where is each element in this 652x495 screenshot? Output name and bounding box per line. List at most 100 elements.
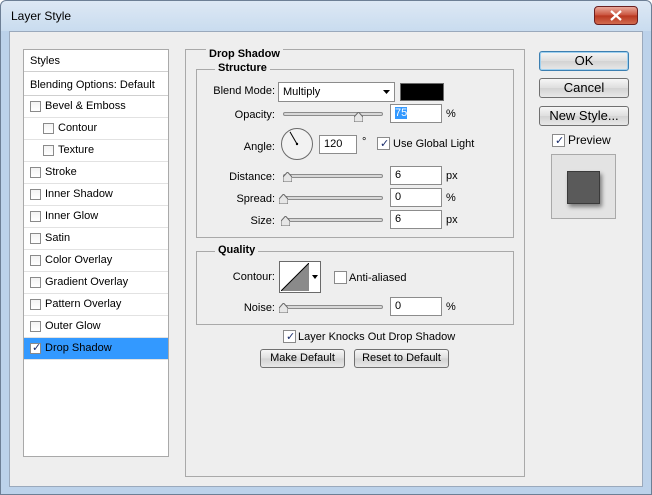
layer-knocks-out-checkbox[interactable]: ✓: [283, 330, 296, 343]
size-slider-thumb[interactable]: [281, 216, 290, 226]
anti-aliased-label: Anti-aliased: [349, 272, 407, 284]
size-slider[interactable]: [283, 218, 383, 222]
style-item-texture[interactable]: Texture: [24, 140, 168, 162]
distance-input[interactable]: 6: [390, 166, 442, 185]
style-item-inner-shadow[interactable]: Inner Shadow: [24, 184, 168, 206]
style-checkbox[interactable]: [30, 233, 41, 244]
quality-legend: Quality: [215, 244, 259, 256]
quality-group: Quality Contour: ✓ Anti-aliased Noise: 0: [196, 244, 514, 325]
style-item-inner-glow[interactable]: Inner Glow: [24, 206, 168, 228]
drop-shadow-panel: Drop Shadow Structure Blend Mode: Multip…: [185, 48, 525, 477]
checkmark-icon: ✓: [286, 331, 296, 343]
blend-mode-value: Multiply: [283, 86, 321, 98]
styles-list: Styles Blending Options: Default Bevel &…: [23, 49, 169, 457]
style-item-label: Bevel & Emboss: [45, 100, 126, 112]
reset-to-default-button[interactable]: Reset to Default: [354, 349, 449, 368]
style-item-outer-glow[interactable]: Outer Glow: [24, 316, 168, 338]
style-checkbox[interactable]: [30, 277, 41, 288]
spread-value: 0: [395, 191, 402, 203]
spread-slider-thumb[interactable]: [279, 194, 288, 204]
new-style-button[interactable]: New Style...: [539, 106, 629, 126]
style-item-color-overlay[interactable]: Color Overlay: [24, 250, 168, 272]
make-default-button[interactable]: Make Default: [260, 349, 345, 368]
preview-thumbnail: [551, 154, 616, 219]
style-item-satin[interactable]: Satin: [24, 228, 168, 250]
use-global-light-checkbox[interactable]: ✓: [377, 137, 390, 150]
opacity-slider-thumb[interactable]: [354, 112, 363, 122]
style-checkbox[interactable]: [43, 123, 54, 134]
style-item-pattern-overlay[interactable]: Pattern Overlay: [24, 294, 168, 316]
blend-mode-select[interactable]: Multiply: [278, 82, 395, 102]
blending-options-item[interactable]: Blending Options: Default: [24, 74, 168, 96]
style-item-label: Color Overlay: [45, 254, 113, 266]
style-checkbox[interactable]: [30, 211, 41, 222]
spread-label: Spread:: [236, 193, 275, 205]
style-item-label: Satin: [45, 232, 71, 244]
style-item-label: Texture: [58, 144, 95, 156]
noise-value: 0: [395, 300, 402, 312]
angle-label: Angle:: [243, 141, 275, 153]
style-checkbox[interactable]: [43, 145, 54, 156]
cancel-button[interactable]: Cancel: [539, 78, 629, 98]
contour-picker[interactable]: [279, 261, 321, 293]
style-item-bevel-emboss[interactable]: Bevel & Emboss: [24, 96, 168, 118]
opacity-value: 75: [395, 107, 408, 119]
style-item-label: Contour: [58, 122, 98, 134]
preview-swatch: [567, 171, 600, 204]
angle-value: 120: [324, 138, 343, 150]
noise-label: Noise:: [243, 302, 275, 314]
shadow-color-swatch[interactable]: [400, 83, 444, 101]
spread-input[interactable]: 0: [390, 188, 442, 207]
size-input[interactable]: 6: [390, 210, 442, 229]
style-checkbox[interactable]: [30, 167, 41, 178]
style-checkbox[interactable]: [30, 321, 41, 332]
spread-unit: %: [446, 192, 456, 204]
close-button[interactable]: [594, 6, 638, 25]
window-title: Layer Style: [11, 9, 72, 23]
angle-input[interactable]: 120: [319, 135, 357, 154]
checkmark-icon: ✓: [32, 342, 42, 354]
noise-input[interactable]: 0: [390, 297, 442, 316]
style-item-stroke[interactable]: Stroke: [24, 162, 168, 184]
size-value: 6: [395, 213, 402, 225]
size-unit: px: [446, 214, 458, 226]
contour-linear-icon: [281, 263, 309, 291]
style-item-label: Stroke: [45, 166, 77, 178]
ok-button[interactable]: OK: [539, 51, 629, 71]
checkmark-icon: ✓: [380, 138, 390, 150]
style-checkbox[interactable]: [30, 299, 41, 310]
close-icon: [610, 10, 622, 21]
preview-label: Preview: [568, 133, 611, 147]
noise-slider[interactable]: [283, 305, 383, 309]
opacity-unit: %: [446, 108, 456, 120]
anti-aliased-checkbox[interactable]: ✓: [334, 271, 347, 284]
opacity-input[interactable]: 75: [390, 104, 442, 123]
style-checkbox[interactable]: [30, 189, 41, 200]
contour-label: Contour:: [232, 271, 275, 283]
preview-checkbox[interactable]: ✓: [552, 134, 565, 147]
chevron-down-icon: [312, 275, 318, 279]
style-item-contour[interactable]: Contour: [24, 118, 168, 140]
distance-slider[interactable]: [283, 174, 383, 178]
styles-header[interactable]: Styles: [24, 50, 168, 72]
style-item-label: Outer Glow: [45, 320, 101, 332]
distance-slider-thumb[interactable]: [283, 172, 292, 182]
panel-title: Drop Shadow: [206, 48, 283, 60]
angle-unit: °: [362, 136, 367, 148]
style-item-label: Inner Shadow: [45, 188, 113, 200]
layer-knocks-out-label: Layer Knocks Out Drop Shadow: [298, 331, 456, 343]
style-checkbox[interactable]: ✓: [30, 342, 42, 354]
style-item-drop-shadow[interactable]: ✓ Drop Shadow: [24, 338, 168, 360]
title-bar[interactable]: Layer Style: [1, 1, 651, 31]
noise-slider-thumb[interactable]: [279, 303, 288, 313]
angle-dial[interactable]: [280, 127, 314, 161]
checkmark-icon: ✓: [555, 135, 565, 147]
style-checkbox[interactable]: [30, 101, 41, 112]
opacity-slider[interactable]: [283, 112, 383, 116]
spread-slider[interactable]: [283, 196, 383, 200]
style-item-gradient-overlay[interactable]: Gradient Overlay: [24, 272, 168, 294]
distance-value: 6: [395, 169, 402, 181]
size-label: Size:: [250, 215, 275, 227]
style-checkbox[interactable]: [30, 255, 41, 266]
style-item-label: Pattern Overlay: [45, 298, 122, 310]
